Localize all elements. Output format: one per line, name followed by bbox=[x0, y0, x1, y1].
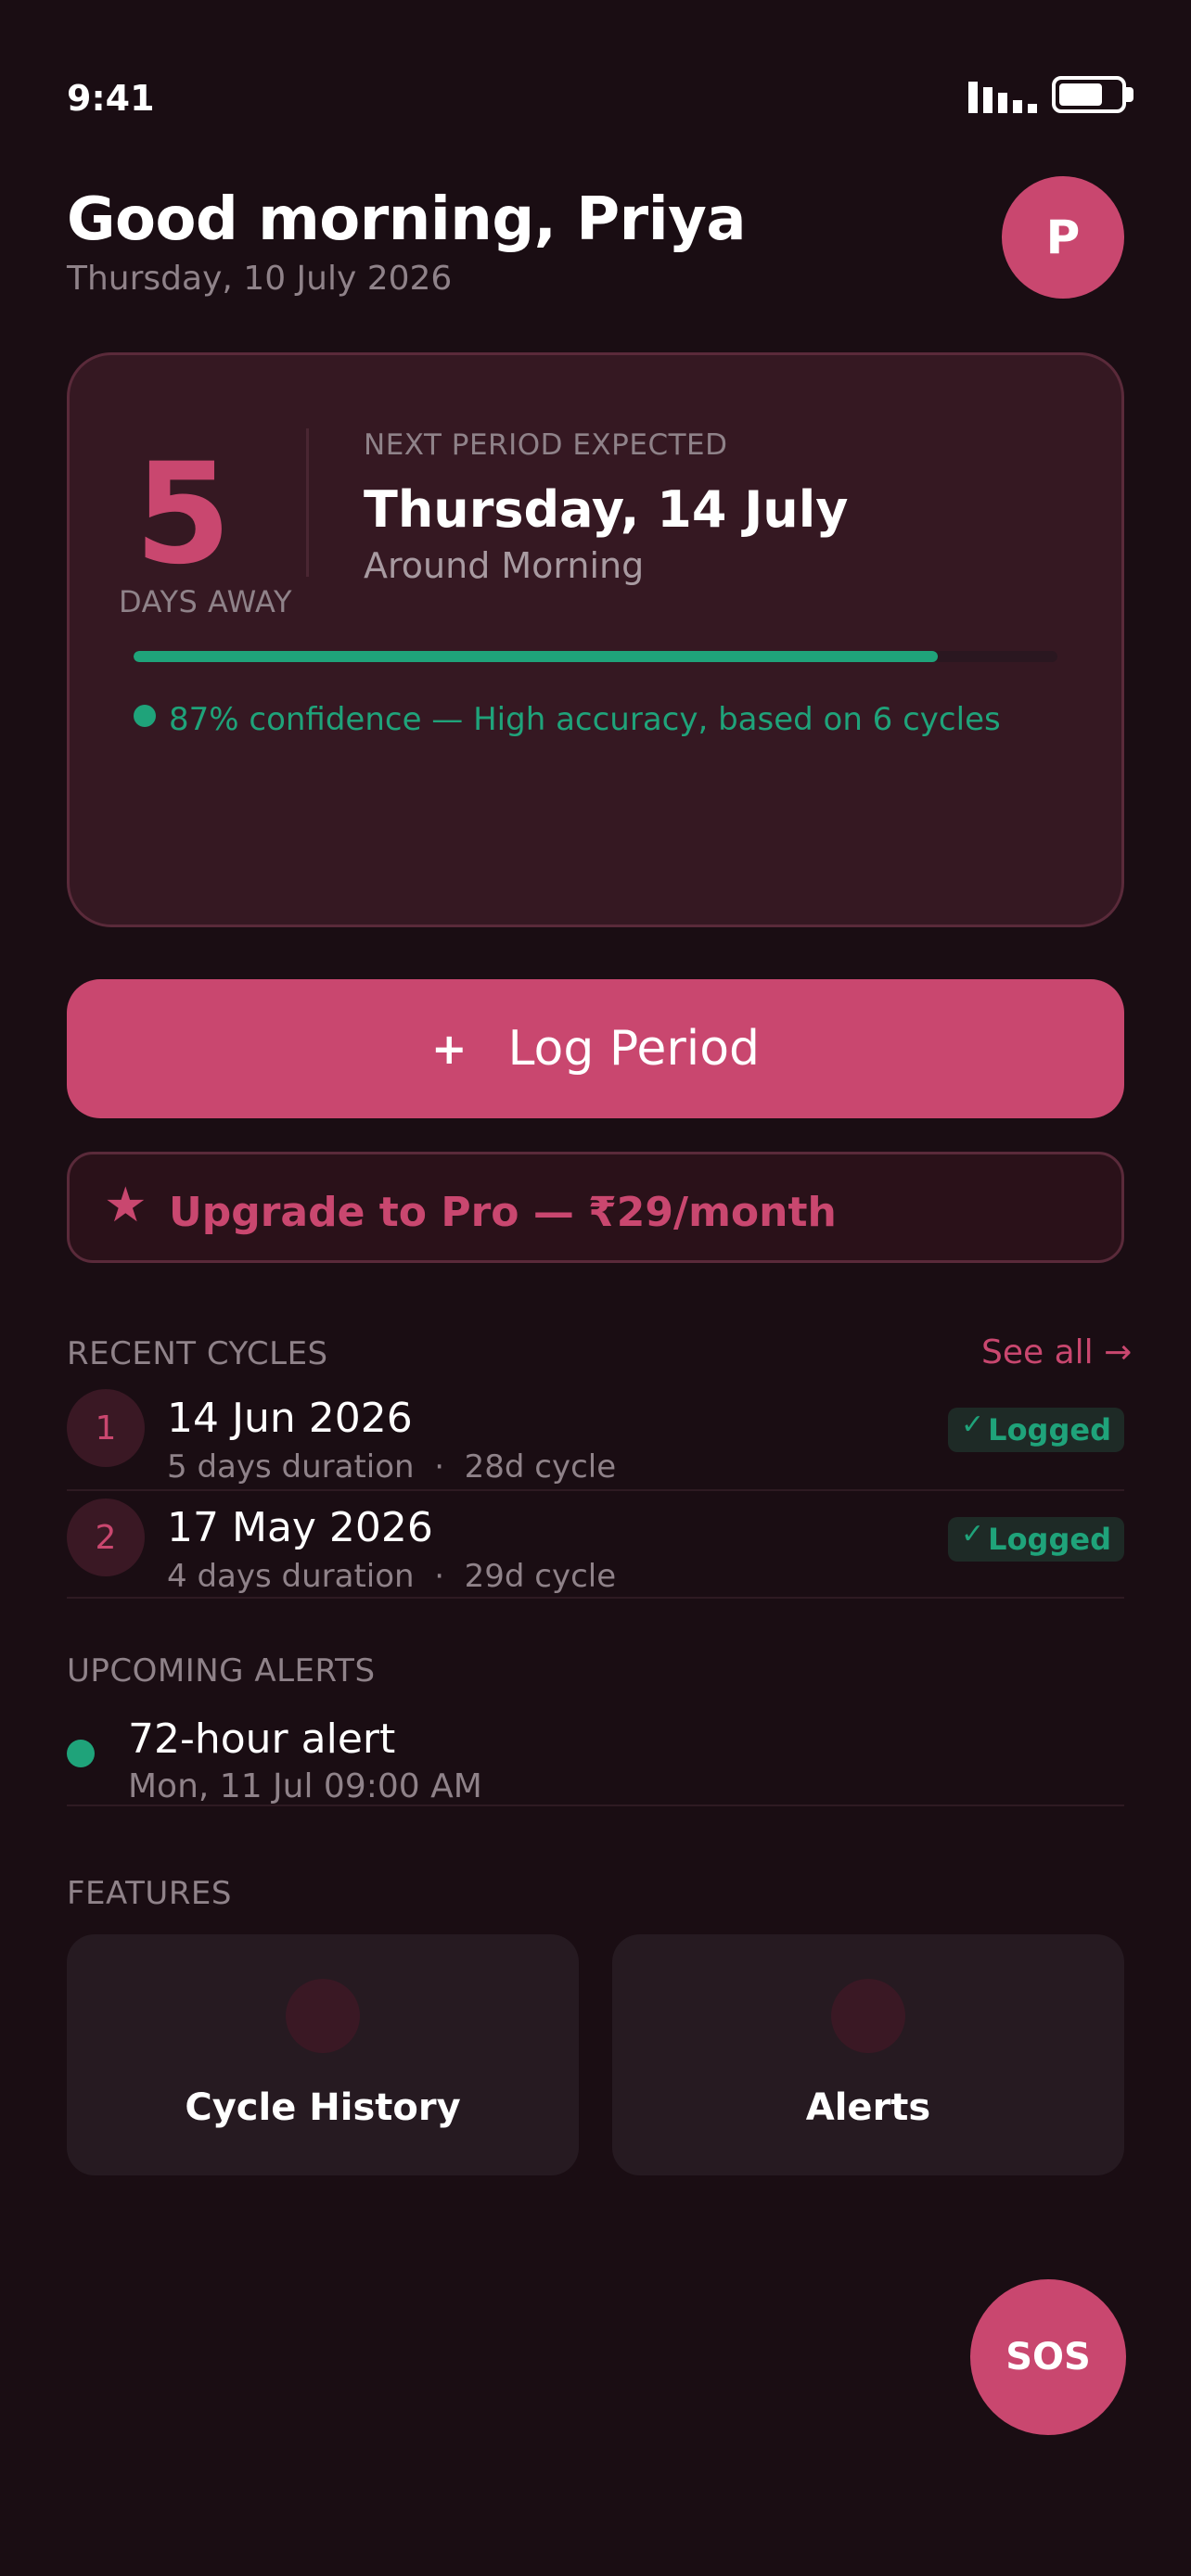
row-divider bbox=[67, 1804, 1124, 1806]
next-period-time: Around Morning bbox=[364, 545, 645, 586]
card-divider bbox=[306, 428, 309, 577]
row-divider bbox=[67, 1489, 1124, 1491]
greeting-title: Good morning, Priya bbox=[67, 185, 747, 254]
cycle-duration: 5 days duration · 28d cycle bbox=[167, 1448, 617, 1486]
features-heading: FEATURES bbox=[67, 1875, 233, 1912]
upgrade-pro-label: Upgrade to Pro — ₹29/month bbox=[169, 1189, 837, 1236]
cycle-index-badge: 2 bbox=[67, 1498, 145, 1576]
confidence-text: 87% confidence — High accuracy, based on… bbox=[169, 701, 1001, 738]
confidence-dot-icon bbox=[134, 705, 156, 727]
avatar[interactable]: P bbox=[1002, 176, 1124, 299]
logged-badge: ✓ Logged bbox=[948, 1408, 1124, 1452]
next-period-label: NEXT PERIOD EXPECTED bbox=[364, 428, 728, 462]
alert-time: Mon, 11 Jul 09:00 AM bbox=[128, 1767, 482, 1805]
feature-label: Alerts bbox=[805, 2086, 931, 2129]
cycle-date: 17 May 2026 bbox=[167, 1504, 433, 1551]
check-icon: ✓ bbox=[961, 1517, 985, 1550]
feature-card-cycle-history[interactable] bbox=[67, 1934, 579, 2175]
status-time: 9:41 bbox=[67, 78, 155, 119]
log-period-button[interactable]: + Log Period bbox=[67, 979, 1124, 1118]
days-away-number: 5 bbox=[134, 434, 232, 595]
cycle-duration: 4 days duration · 29d cycle bbox=[167, 1558, 617, 1595]
alert-dot-icon bbox=[67, 1740, 95, 1767]
feature-label: Cycle History bbox=[185, 2086, 461, 2129]
row-divider bbox=[67, 1597, 1124, 1599]
confidence-bar-fill bbox=[134, 651, 938, 662]
signal-icon bbox=[968, 82, 1037, 113]
alerts-icon bbox=[831, 1979, 905, 2053]
upcoming-alerts-heading: UPCOMING ALERTS bbox=[67, 1652, 376, 1690]
logged-badge: ✓ Logged bbox=[948, 1517, 1124, 1562]
battery-icon bbox=[1052, 76, 1126, 113]
next-period-date: Thursday, 14 July bbox=[364, 480, 849, 539]
star-icon: ★ bbox=[104, 1178, 147, 1233]
battery-tip bbox=[1126, 87, 1133, 102]
see-all-link[interactable]: See all → bbox=[981, 1333, 1132, 1371]
alert-title: 72-hour alert bbox=[128, 1715, 396, 1763]
cycle-history-icon bbox=[286, 1979, 360, 2053]
log-period-label: Log Period bbox=[507, 1021, 761, 1077]
plus-icon: + bbox=[430, 1024, 467, 1074]
cycle-index-badge: 1 bbox=[67, 1389, 145, 1467]
current-date: Thursday, 10 July 2026 bbox=[67, 260, 453, 298]
check-icon: ✓ bbox=[961, 1408, 985, 1441]
sos-button[interactable]: SOS bbox=[970, 2279, 1126, 2435]
cycle-date: 14 Jun 2026 bbox=[167, 1395, 413, 1442]
recent-cycles-heading: RECENT CYCLES bbox=[67, 1335, 328, 1372]
confidence-bar bbox=[134, 651, 1057, 662]
feature-card-alerts[interactable] bbox=[612, 1934, 1124, 2175]
days-away-label: DAYS AWAY bbox=[119, 584, 292, 619]
